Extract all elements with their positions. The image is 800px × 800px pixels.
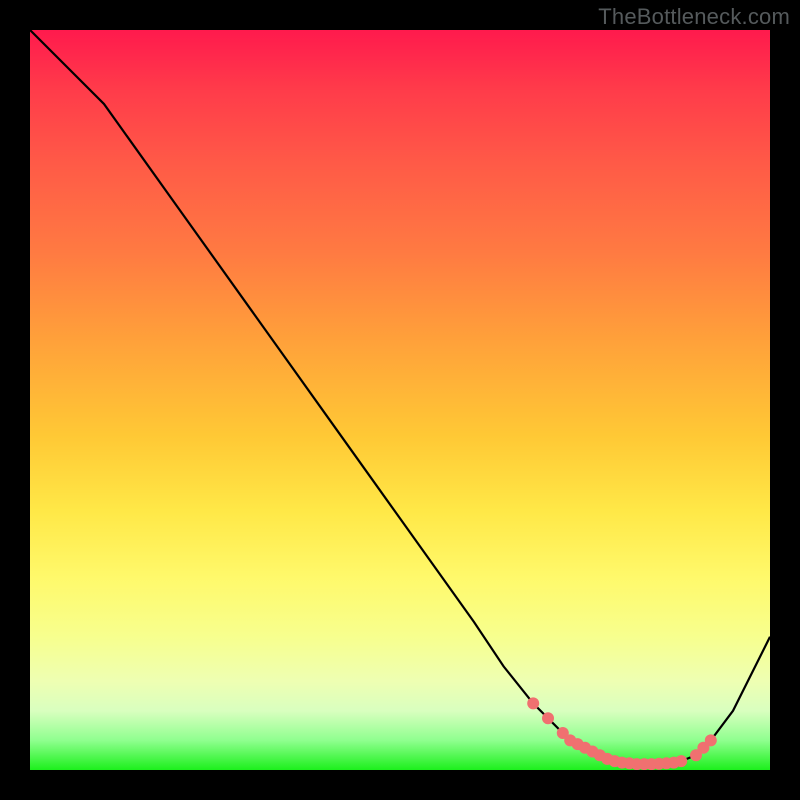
curve-svg [30, 30, 770, 770]
curve-marker [542, 712, 554, 724]
curve-marker [527, 697, 539, 709]
bottleneck-curve [30, 30, 770, 764]
chart-frame: TheBottleneck.com [0, 0, 800, 800]
curve-marker [705, 734, 717, 746]
watermark-text: TheBottleneck.com [598, 4, 790, 30]
plot-area [30, 30, 770, 770]
curve-marker [675, 755, 687, 767]
